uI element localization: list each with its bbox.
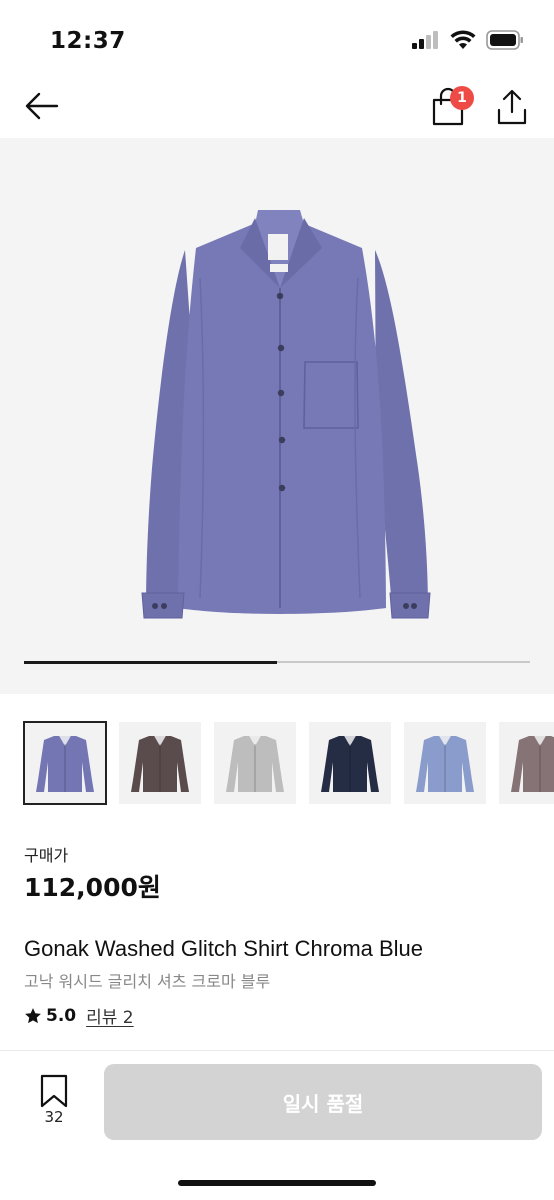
share-icon	[497, 89, 527, 125]
product-rating: 5.0 리뷰 2	[24, 1003, 134, 1028]
gallery-progress-fill	[24, 660, 277, 664]
status-time: 12:37	[50, 28, 126, 54]
status-icons	[412, 30, 524, 50]
cellular-signal-icon	[412, 31, 438, 49]
nav-bar: 1	[0, 80, 554, 138]
bookmark-button[interactable]: 32	[36, 1074, 72, 1134]
thumb-taupe[interactable]	[499, 722, 554, 804]
thumbnail-shirt-image	[226, 734, 284, 792]
thumb-light-grey[interactable]	[214, 722, 296, 804]
thumb-chroma-blue[interactable]	[23, 721, 107, 805]
product-title-korean: 고낙 워시드 글리치 셔츠 크로마 블루	[24, 972, 271, 991]
back-button[interactable]	[24, 88, 60, 124]
star-icon	[25, 1007, 41, 1023]
product-image-gallery[interactable]	[0, 138, 554, 694]
product-shirt-image	[141, 210, 431, 619]
thumb-light-blue[interactable]	[404, 722, 486, 804]
battery-icon	[486, 30, 523, 50]
wifi-icon	[450, 30, 476, 49]
color-thumbnail-list	[23, 721, 554, 806]
bookmark-icon	[40, 1074, 68, 1108]
thumbnail-shirt-image	[131, 734, 189, 792]
thumbnail-shirt-image	[416, 734, 474, 792]
bookmark-count: 32	[44, 1108, 64, 1126]
share-button[interactable]	[494, 88, 530, 126]
arrow-left-icon	[25, 92, 59, 120]
rating-score: 5.0	[46, 1005, 77, 1026]
product-price: 112,000원	[24, 873, 161, 902]
gallery-progress-track	[24, 660, 530, 664]
home-indicator[interactable]	[178, 1180, 376, 1186]
thumbnail-shirt-image	[321, 734, 379, 792]
status-bar: 12:37	[0, 0, 554, 80]
thumbnail-shirt-image	[36, 734, 94, 792]
cart-count-badge: 1	[450, 86, 474, 110]
thumbnail-shirt-image	[511, 734, 554, 792]
thumb-navy[interactable]	[309, 722, 391, 804]
reviews-link[interactable]: 리뷰 2	[86, 1003, 134, 1028]
thumb-dark-brown[interactable]	[119, 722, 201, 804]
price-label: 구매가	[24, 846, 69, 865]
bottom-divider	[0, 1050, 554, 1051]
sold-out-button[interactable]: 일시 품절	[104, 1064, 542, 1140]
product-title: Gonak Washed Glitch Shirt Chroma Blue	[24, 936, 424, 961]
